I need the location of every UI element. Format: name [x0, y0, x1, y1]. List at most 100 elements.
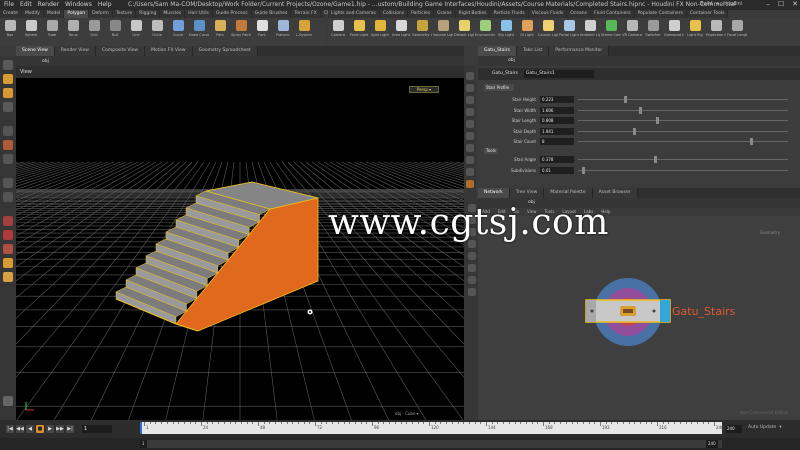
- tab-composite-view[interactable]: Composite View: [95, 46, 146, 56]
- shelf-tab-rigging[interactable]: Rigging: [136, 10, 161, 18]
- lighting-icon[interactable]: [466, 108, 474, 116]
- node-gatu-stairs[interactable]: [585, 278, 671, 346]
- shelf-tab-viscous-fluids[interactable]: Viscous Fluids: [528, 10, 568, 18]
- tab-geometry-spreadsheet[interactable]: Geometry Spreadsheet: [192, 46, 258, 56]
- tool-draw-curve[interactable]: Draw Curve: [189, 20, 209, 37]
- tool-torus[interactable]: Torus: [63, 20, 83, 37]
- param-value-field[interactable]: 0.223: [540, 96, 574, 103]
- tool-sphere[interactable]: Sphere: [21, 20, 41, 37]
- wireframe-icon[interactable]: [466, 84, 474, 92]
- object-select-icon[interactable]: [3, 258, 13, 268]
- tool-l-system[interactable]: L-System: [294, 20, 314, 37]
- pose-tool-icon[interactable]: [3, 88, 13, 98]
- tab-tree-view[interactable]: Tree View: [509, 188, 545, 198]
- shelf-tab-particles[interactable]: Particles: [408, 10, 435, 18]
- tool-grid[interactable]: Grid: [84, 20, 104, 37]
- shelf-tab-oceans[interactable]: Oceans: [567, 10, 592, 18]
- timeline-ruler[interactable]: 1 24 48 72 96 120 144 168 192 216 240: [140, 422, 724, 434]
- tab-material-palette[interactable]: Material Palette: [544, 188, 593, 198]
- param-slider-track[interactable]: [578, 130, 788, 132]
- desktop-name[interactable]: Build: [700, 1, 713, 7]
- shelf-tab-container-tools[interactable]: Container Tools: [686, 10, 729, 18]
- shelf-tab-lights-and-cameras[interactable]: Lights and Cameras: [328, 10, 380, 18]
- tool-ambient-light[interactable]: Ambient Light: [580, 20, 600, 37]
- param-slider-knob[interactable]: [750, 138, 754, 145]
- node-label[interactable]: Gatu_Stairs: [672, 305, 735, 318]
- tool-environment-light[interactable]: Environment Light: [475, 20, 495, 37]
- tool-area-light[interactable]: Area Light: [391, 20, 411, 37]
- tool-spot-light[interactable]: Spot Light: [370, 20, 390, 37]
- tool-line[interactable]: Line: [126, 20, 146, 37]
- handle-tool-icon[interactable]: [3, 74, 13, 84]
- tab-scene-view[interactable]: Scene View: [16, 46, 55, 56]
- tool-spray-paint[interactable]: Spray Paint: [231, 20, 251, 37]
- param-value-field[interactable]: 0.01: [540, 166, 574, 174]
- menu-windows[interactable]: Windows: [65, 1, 92, 8]
- playback-button-6[interactable]: ▶|: [66, 425, 74, 433]
- close-icon[interactable]: ✕: [792, 0, 798, 8]
- node-name-field[interactable]: Gatu_Stairs1: [524, 70, 594, 78]
- shelf-tab-fluid-containers[interactable]: Fluid Containers: [591, 10, 635, 18]
- display-options-icon[interactable]: [466, 72, 474, 80]
- shelf-tab-muscles[interactable]: Muscles: [160, 10, 186, 18]
- tool-focal-length[interactable]: Focal Length: [727, 20, 747, 37]
- playback-button-4[interactable]: ▶: [46, 425, 54, 433]
- desktop-selector[interactable]: Build ▾ Houdini: [700, 1, 742, 7]
- tool-volume-light[interactable]: Volume Light: [433, 20, 453, 37]
- grid-snap-icon[interactable]: [468, 288, 476, 296]
- ghost-icon[interactable]: [466, 120, 474, 128]
- tab-asset-browser[interactable]: Asset Browser: [592, 188, 638, 198]
- maximize-icon[interactable]: ☐: [778, 0, 784, 8]
- range-end-field[interactable]: 240: [706, 440, 718, 448]
- grid-icon[interactable]: [466, 156, 474, 164]
- param-value-field[interactable]: 0.808: [540, 117, 574, 124]
- tool-point-light[interactable]: Point Light: [349, 20, 369, 37]
- shelf-tab-grains[interactable]: Grains: [434, 10, 456, 18]
- end-frame-field[interactable]: 240: [726, 425, 742, 433]
- shelf-tab-particle-fluids[interactable]: Particle Fluids: [490, 10, 529, 18]
- range-start-field[interactable]: 1: [140, 440, 147, 448]
- menu-render[interactable]: Render: [38, 1, 59, 8]
- background-icon[interactable]: [466, 168, 474, 176]
- tool-tube[interactable]: Tube: [42, 20, 62, 37]
- tab-network[interactable]: Network: [478, 188, 510, 198]
- view-tool-icon[interactable]: [3, 102, 13, 112]
- shelf-tab-texture[interactable]: Texture: [113, 10, 137, 18]
- points-icon[interactable]: [466, 132, 474, 140]
- param-slider-track[interactable]: [578, 120, 788, 121]
- tool-portal-light[interactable]: Portal Light: [559, 20, 579, 37]
- camera-menu[interactable]: Persp ▾: [409, 86, 439, 93]
- shelf-tab-populate-containers[interactable]: Populate Containers: [634, 10, 687, 18]
- param-slider-track[interactable]: [578, 141, 788, 142]
- scale-tool-icon[interactable]: [3, 154, 13, 164]
- camera-icon[interactable]: [466, 180, 474, 188]
- param-slider-knob[interactable]: [582, 166, 586, 174]
- tool-camera[interactable]: Camera: [328, 20, 348, 37]
- param-slider-knob[interactable]: [653, 156, 657, 163]
- minimize-icon[interactable]: –: [766, 0, 770, 8]
- chevron-down-icon[interactable]: ▾: [779, 425, 781, 430]
- tool-box[interactable]: Box: [0, 20, 20, 37]
- shelf-tab-collisions[interactable]: Collisions: [379, 10, 409, 18]
- tool-gi-light[interactable]: GI Light: [517, 20, 537, 37]
- snap-point-icon[interactable]: [3, 192, 13, 202]
- shading-icon[interactable]: [466, 96, 474, 104]
- rotate-tool-icon[interactable]: [3, 140, 13, 150]
- chevron-down-icon[interactable]: ▾: [717, 1, 720, 7]
- playback-button-0[interactable]: |◀: [6, 425, 14, 433]
- tool-gamepad-camera[interactable]: Gamepad Camera: [664, 20, 684, 37]
- edge-select-icon[interactable]: [3, 230, 13, 240]
- shelf-tab-polygon[interactable]: Polygon: [64, 10, 90, 18]
- shelf-tab-modify[interactable]: Modify: [22, 10, 44, 18]
- geometry-select-icon[interactable]: [3, 272, 13, 282]
- shelf-tab-create[interactable]: Create: [0, 10, 22, 18]
- normals-icon[interactable]: [466, 144, 474, 152]
- tool-light-rig[interactable]: Light Rig: [685, 20, 705, 37]
- tool-platonic[interactable]: Platonic: [273, 20, 293, 37]
- param-slider-knob[interactable]: [655, 117, 659, 124]
- playback-button-3[interactable]: ■: [36, 425, 44, 433]
- point-select-icon[interactable]: [3, 244, 13, 254]
- network-editor[interactable]: [478, 216, 800, 420]
- tool-geometry-light[interactable]: Geometry Light: [412, 20, 432, 37]
- select-tool-icon[interactable]: [3, 60, 13, 70]
